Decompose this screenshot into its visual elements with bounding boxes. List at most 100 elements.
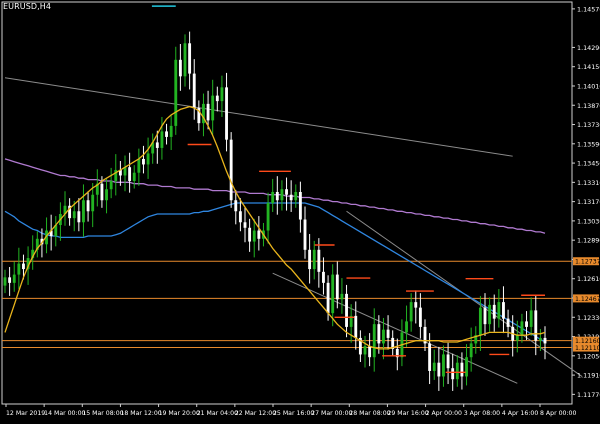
candle-body[interactable] xyxy=(165,131,168,137)
candle-body[interactable] xyxy=(229,139,233,201)
candle-body[interactable] xyxy=(345,293,348,327)
candle-body[interactable] xyxy=(331,274,335,314)
candle-body[interactable] xyxy=(442,354,445,377)
x-tick-label: 15 Mar 08:00 xyxy=(82,410,123,417)
candle-body[interactable] xyxy=(363,346,367,355)
candle-body[interactable] xyxy=(137,158,141,173)
candle-body[interactable] xyxy=(128,167,132,181)
candle-body[interactable] xyxy=(414,302,418,308)
candle-body[interactable] xyxy=(483,307,487,325)
candle-body[interactable] xyxy=(372,324,376,358)
candle-body[interactable] xyxy=(8,277,12,283)
candle-body[interactable] xyxy=(174,59,178,126)
trendline xyxy=(4,77,513,157)
candle-body[interactable] xyxy=(520,321,524,336)
candle-body[interactable] xyxy=(155,142,159,148)
candle-body[interactable] xyxy=(211,95,215,121)
candle-body[interactable] xyxy=(238,211,242,223)
candle-body[interactable] xyxy=(271,191,275,203)
candle-body[interactable] xyxy=(280,189,284,201)
candle-body[interactable] xyxy=(220,87,224,102)
candle-body[interactable] xyxy=(469,343,473,358)
candle-body[interactable] xyxy=(252,230,256,242)
candle-body[interactable] xyxy=(335,274,339,300)
y-tick-label: 1.14150 xyxy=(577,63,600,71)
candle-body[interactable] xyxy=(340,293,344,300)
candle-body[interactable] xyxy=(146,153,150,165)
candle-body[interactable] xyxy=(160,131,164,148)
candle-body[interactable] xyxy=(451,368,455,380)
candle-body[interactable] xyxy=(183,43,187,77)
candle-body[interactable] xyxy=(303,219,307,250)
candle-body[interactable] xyxy=(543,337,547,344)
price-tag-label: 1.12110 xyxy=(575,345,600,352)
candle-body[interactable] xyxy=(266,203,270,231)
candle-body[interactable] xyxy=(289,194,293,201)
candle-body[interactable] xyxy=(206,103,210,121)
candle-body[interactable] xyxy=(465,357,468,377)
candle-body[interactable] xyxy=(3,277,7,286)
candle-body[interactable] xyxy=(312,249,316,270)
candle-body[interactable] xyxy=(409,302,413,322)
candle-body[interactable] xyxy=(515,335,519,341)
candle-body[interactable] xyxy=(386,329,390,338)
candle-body[interactable] xyxy=(109,180,113,190)
candle-body[interactable] xyxy=(132,172,136,181)
candle-body[interactable] xyxy=(368,346,372,358)
candle-body[interactable] xyxy=(405,321,408,333)
candle-body[interactable] xyxy=(77,211,81,223)
candle-body[interactable] xyxy=(12,274,16,283)
candle-body[interactable] xyxy=(446,354,450,369)
candle-body[interactable] xyxy=(428,343,432,371)
candle-body[interactable] xyxy=(460,362,464,377)
candle-body[interactable] xyxy=(534,310,538,341)
candle-body[interactable] xyxy=(322,271,325,283)
candle-body[interactable] xyxy=(506,318,510,327)
candle-body[interactable] xyxy=(17,263,21,275)
candle-body[interactable] xyxy=(308,249,312,270)
candle-body[interactable] xyxy=(455,362,459,380)
y-tick-label: 1.14010 xyxy=(577,82,600,90)
candle-body[interactable] xyxy=(497,302,501,319)
candle-body[interactable] xyxy=(192,73,196,109)
candle-body[interactable] xyxy=(234,200,238,212)
candle-body[interactable] xyxy=(86,200,90,212)
candle-body[interactable] xyxy=(326,282,330,314)
candle-body[interactable] xyxy=(317,249,321,272)
candle-body[interactable] xyxy=(382,329,385,344)
candle-body[interactable] xyxy=(225,87,228,140)
candle-body[interactable] xyxy=(502,302,505,319)
candle-body[interactable] xyxy=(248,227,252,242)
candle-body[interactable] xyxy=(488,304,492,325)
candle-body[interactable] xyxy=(257,230,261,239)
candle-body[interactable] xyxy=(298,191,302,220)
candle-body[interactable] xyxy=(432,362,436,371)
y-tick-label: 1.13030 xyxy=(577,217,600,225)
candle-body[interactable] xyxy=(100,183,104,201)
candle-body[interactable] xyxy=(72,211,76,219)
chart-svg[interactable]: 1.14570 1.14290 1.14150 1.14010 1.13870 1.137… xyxy=(0,0,600,420)
candle-body[interactable] xyxy=(529,310,533,327)
candle-body[interactable] xyxy=(538,337,542,341)
candle-body[interactable] xyxy=(418,307,422,327)
candle-body[interactable] xyxy=(178,59,182,77)
candle-body[interactable] xyxy=(243,222,247,228)
candle-body[interactable] xyxy=(275,191,279,201)
candle-body[interactable] xyxy=(215,95,219,102)
candle-body[interactable] xyxy=(478,307,482,336)
price-chart[interactable]: EURUSD,H4 1.145701.142901.141501.140101.… xyxy=(0,0,600,420)
candle-body[interactable] xyxy=(169,125,173,137)
candle-body[interactable] xyxy=(91,194,95,212)
candle-body[interactable] xyxy=(294,191,298,201)
candle-body[interactable] xyxy=(105,189,108,201)
candle-body[interactable] xyxy=(82,200,85,223)
candle-body[interactable] xyxy=(377,324,381,344)
candle-body[interactable] xyxy=(22,263,25,270)
candle-body[interactable] xyxy=(354,315,358,338)
candle-body[interactable] xyxy=(188,43,192,74)
candle-body[interactable] xyxy=(437,362,441,377)
candle-body[interactable] xyxy=(142,158,145,165)
candle-body[interactable] xyxy=(285,189,288,195)
candle-body[interactable] xyxy=(492,304,496,319)
candle-body[interactable] xyxy=(525,321,528,327)
